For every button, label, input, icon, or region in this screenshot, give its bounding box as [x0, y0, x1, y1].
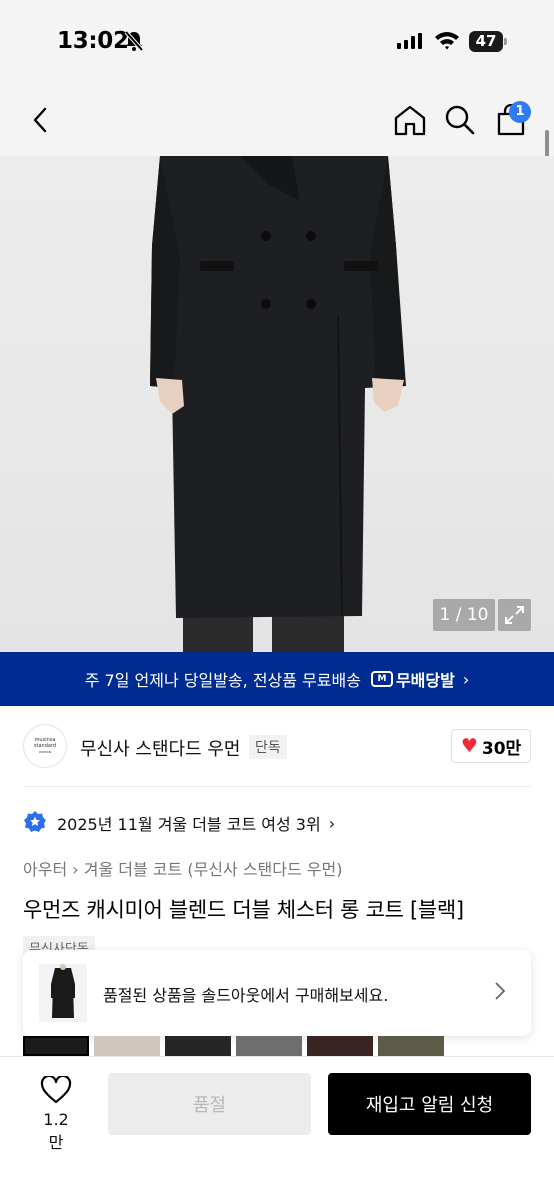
cellular-signal-icon: [397, 33, 422, 49]
soldout-button[interactable]: 품절: [108, 1073, 311, 1135]
breadcrumb: 아우터 › 겨울 더블 코트 (무신사 스탠다드 우먼): [23, 856, 342, 880]
soldout-promo-card[interactable]: 품절된 상품을 솔드아웃에서 구매해보세요.: [23, 950, 531, 1036]
back-arrow-icon[interactable]: [28, 106, 52, 134]
heart-outline-icon: [40, 1074, 72, 1104]
search-icon[interactable]: [444, 104, 476, 136]
wifi-icon: [435, 32, 459, 50]
chevron-right-icon: [495, 982, 506, 1000]
product-thumbnail: [39, 964, 87, 1022]
chevron-right-icon: ›: [328, 813, 336, 833]
color-options: [23, 1036, 531, 1056]
exclusive-badge: 단독: [249, 735, 287, 759]
color-option[interactable]: [307, 1036, 373, 1056]
image-counter: 1 / 10: [433, 599, 495, 631]
soldout-card-message: 품절된 상품을 솔드아웃에서 구매해보세요.: [103, 986, 389, 1005]
ranking-text: 2025년 11월 겨울 더블 코트 여성 3위: [57, 815, 321, 834]
breadcrumb-separator: ›: [72, 860, 84, 879]
brand-like-button[interactable]: ♥ 30만: [451, 729, 531, 763]
brand-logo[interactable]: musinsa standard WOMAN: [23, 724, 67, 768]
color-option[interactable]: [94, 1036, 160, 1056]
coat-illustration: [150, 156, 406, 652]
battery-icon: 47: [469, 31, 507, 52]
banner-text: 주 7일 언제나 당일발송, 전상품 무료배송: [84, 671, 361, 690]
brand-name[interactable]: 무신사 스탠다드 우먼: [80, 735, 240, 761]
status-time: 13:02: [57, 28, 129, 54]
battery-level: 47: [475, 32, 497, 50]
brand-logo-line: WOMAN: [38, 750, 52, 754]
status-bar: 13:02 47: [0, 0, 554, 82]
divider: [23, 786, 531, 787]
cart-count-badge: 1: [509, 101, 531, 123]
muted-bell-icon: [124, 30, 144, 52]
musinsa-m-icon: M: [370, 671, 393, 687]
free-delivery-label: 무배당발: [395, 671, 455, 690]
breadcrumb-subcategory[interactable]: 겨울 더블 코트 (무신사 스탠다드 우먼): [84, 860, 343, 879]
wishlist-count: 1.2만: [43, 1110, 69, 1152]
restock-alert-button[interactable]: 재입고 알림 신청: [328, 1073, 531, 1135]
color-option[interactable]: [378, 1036, 444, 1056]
color-option[interactable]: [236, 1036, 302, 1056]
free-delivery-logo: M 무배당발: [370, 667, 455, 691]
expand-icon[interactable]: [498, 599, 531, 631]
color-option[interactable]: [23, 1036, 89, 1056]
product-image[interactable]: [0, 156, 554, 652]
ranking-medal-icon: [24, 811, 46, 832]
heart-icon: ♥: [460, 735, 478, 757]
brand-like-count: 30만: [481, 738, 522, 759]
ranking-link[interactable]: 2025년 11월 겨울 더블 코트 여성 3위 ›: [23, 810, 335, 836]
top-nav: 1: [0, 82, 554, 156]
product-title: 우먼즈 캐시미어 블렌드 더블 체스터 롱 코트 [블랙]: [23, 898, 464, 922]
color-option[interactable]: [165, 1036, 231, 1056]
wishlist-button[interactable]: 1.2만: [36, 1074, 76, 1153]
chevron-right-icon: ›: [462, 669, 470, 689]
delivery-promo-banner[interactable]: 주 7일 언제나 당일발송, 전상품 무료배송 M 무배당발 ›: [0, 652, 554, 706]
breadcrumb-category[interactable]: 아우터: [23, 860, 67, 879]
home-icon[interactable]: [393, 104, 427, 136]
